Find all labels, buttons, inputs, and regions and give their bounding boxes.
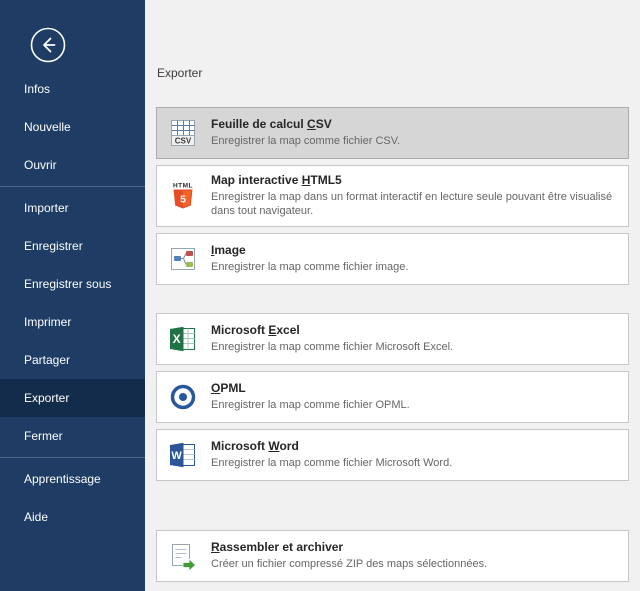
svg-text:W: W bbox=[171, 450, 182, 462]
sidebar-item-apprentissage[interactable]: Apprentissage bbox=[0, 460, 145, 498]
export-list: CSV Feuille de calcul CSV Enregistrer la… bbox=[156, 107, 629, 582]
export-item-description: Enregistrer la map comme fichier OPML. bbox=[211, 398, 410, 412]
svg-text:X: X bbox=[173, 332, 181, 346]
sidebar: Infos Nouvelle Ouvrir Importer Enregistr… bbox=[0, 0, 145, 591]
sidebar-item-nouvelle[interactable]: Nouvelle bbox=[0, 108, 145, 146]
sidebar-item-infos[interactable]: Infos bbox=[0, 70, 145, 108]
export-item-html5[interactable]: HTML 5 Map interactive HTML5 Enregistrer… bbox=[156, 165, 629, 227]
csv-spreadsheet-icon: CSV bbox=[167, 117, 199, 149]
back-button[interactable] bbox=[29, 26, 67, 64]
export-item-title: Rassembler et archiver bbox=[211, 540, 487, 554]
svg-text:5: 5 bbox=[180, 193, 186, 205]
export-item-description: Enregistrer la map comme fichier image. bbox=[211, 260, 408, 274]
export-item-title: Map interactive HTML5 bbox=[211, 173, 618, 187]
export-item-image[interactable]: Image Enregistrer la map comme fichier i… bbox=[156, 233, 629, 285]
sidebar-item-imprimer[interactable]: Imprimer bbox=[0, 303, 145, 341]
sidebar-item-importer[interactable]: Importer bbox=[0, 189, 145, 227]
export-panel: Exporter CSV Feuille de ca bbox=[145, 0, 640, 591]
export-item-csv[interactable]: CSV Feuille de calcul CSV Enregistrer la… bbox=[156, 107, 629, 159]
archive-icon bbox=[167, 540, 199, 572]
back-arrow-icon bbox=[29, 26, 67, 64]
sidebar-item-aide[interactable]: Aide bbox=[0, 498, 145, 536]
sidebar-separator bbox=[0, 186, 145, 187]
export-item-title: OPML bbox=[211, 381, 410, 395]
page-title: Exporter bbox=[157, 66, 629, 80]
export-item-title: Microsoft Excel bbox=[211, 323, 453, 337]
sidebar-item-partager[interactable]: Partager bbox=[0, 341, 145, 379]
sidebar-item-enregistrer[interactable]: Enregistrer bbox=[0, 227, 145, 265]
sidebar-item-enregistrer-sous[interactable]: Enregistrer sous bbox=[0, 265, 145, 303]
sidebar-menu: Infos Nouvelle Ouvrir Importer Enregistr… bbox=[0, 70, 145, 536]
html5-shield-icon: HTML 5 bbox=[167, 180, 199, 212]
opml-icon bbox=[167, 381, 199, 413]
export-item-title: Microsoft Word bbox=[211, 439, 452, 453]
export-item-description: Enregistrer la map comme fichier Microso… bbox=[211, 340, 453, 354]
backstage-view: Infos Nouvelle Ouvrir Importer Enregistr… bbox=[0, 0, 640, 591]
export-item-description: Enregistrer la map comme fichier CSV. bbox=[211, 134, 400, 148]
sidebar-separator bbox=[0, 457, 145, 458]
export-item-description: Créer un fichier compressé ZIP des maps … bbox=[211, 557, 487, 571]
excel-icon: X bbox=[167, 323, 199, 355]
sidebar-item-fermer[interactable]: Fermer bbox=[0, 417, 145, 455]
export-item-description: Enregistrer la map comme fichier Microso… bbox=[211, 456, 452, 470]
word-icon: W bbox=[167, 439, 199, 471]
export-item-title: Image bbox=[211, 243, 408, 257]
export-item-archive[interactable]: Rassembler et archiver Créer un fichier … bbox=[156, 530, 629, 582]
export-item-title: Feuille de calcul CSV bbox=[211, 117, 400, 131]
sidebar-item-ouvrir[interactable]: Ouvrir bbox=[0, 146, 145, 184]
svg-text:CSV: CSV bbox=[175, 137, 192, 146]
image-icon bbox=[167, 243, 199, 275]
export-item-word[interactable]: W Microsoft Word Enregistrer la map comm… bbox=[156, 429, 629, 481]
export-item-opml[interactable]: OPML Enregistrer la map comme fichier OP… bbox=[156, 371, 629, 423]
svg-text:HTML: HTML bbox=[173, 182, 193, 189]
export-item-excel[interactable]: X Microsoft Excel Enregistrer la map com… bbox=[156, 313, 629, 365]
sidebar-item-exporter[interactable]: Exporter bbox=[0, 379, 145, 417]
export-item-description: Enregistrer la map dans un format intera… bbox=[211, 190, 618, 219]
